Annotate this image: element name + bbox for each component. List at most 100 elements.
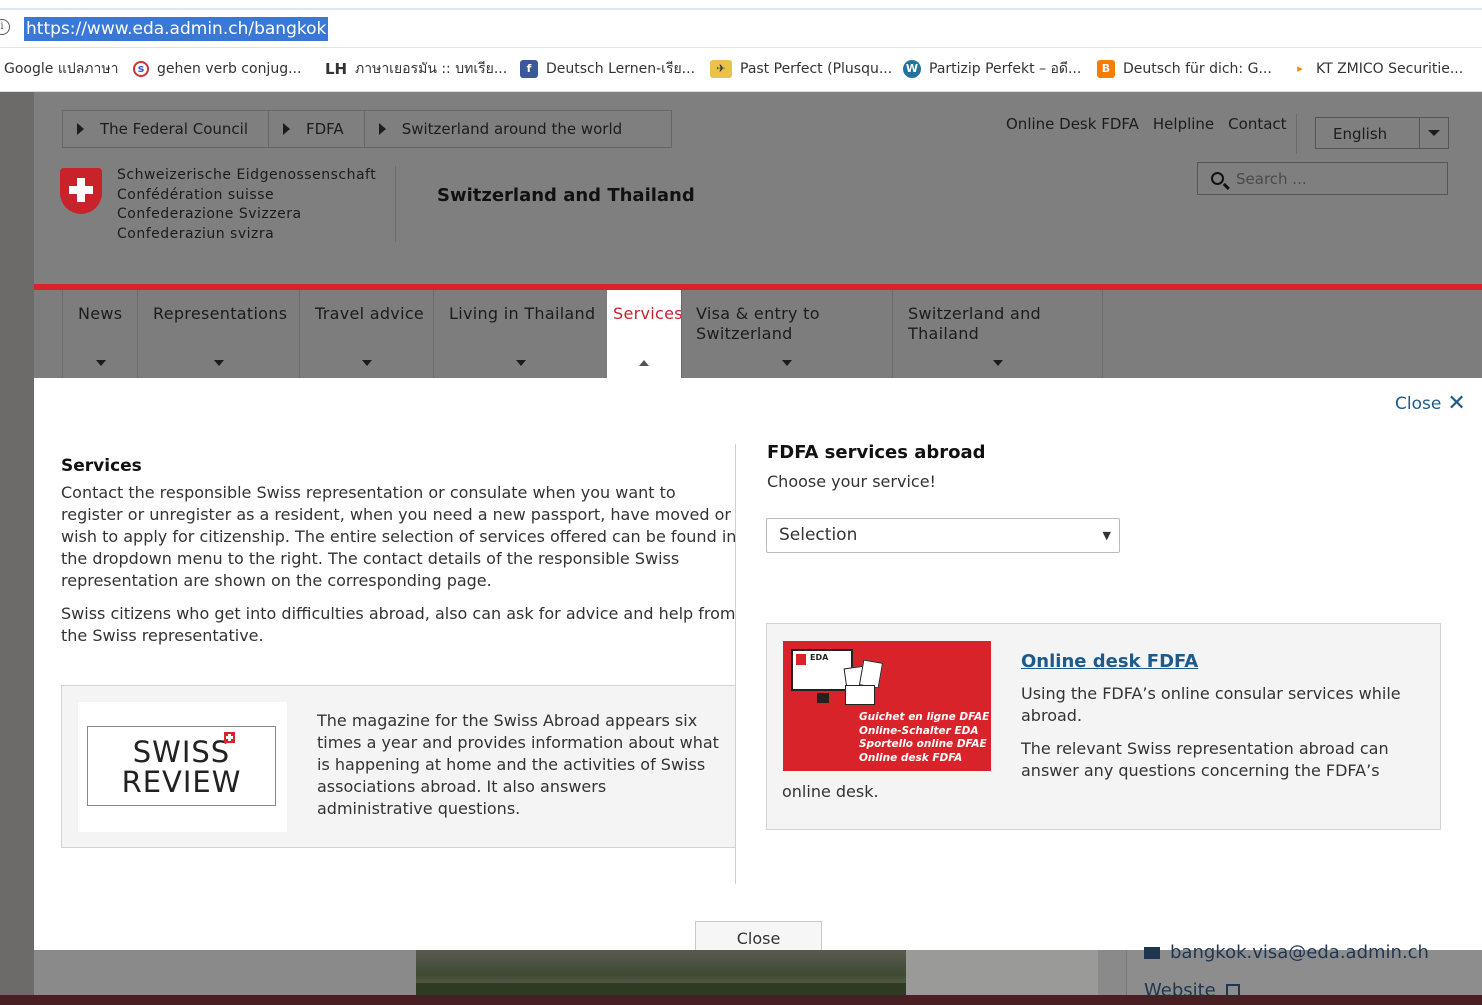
bookmark-kt-zmico[interactable]: ▸ KT ZMICO Securitie... <box>1292 58 1463 80</box>
embassy-photo <box>416 950 906 995</box>
online-desk-paragraph: The relevant Swiss representation abroad… <box>1021 739 1389 780</box>
site-info-icon[interactable]: i <box>0 19 10 35</box>
bird-site-icon: ✈ <box>710 60 732 78</box>
dropdown-arrow-icon: ▼ <box>1102 529 1111 542</box>
swiss-review-text: The magazine for the Swiss Abroad appear… <box>317 711 719 818</box>
bookmark-label: Past Perfect (Plusqu... <box>740 61 893 77</box>
service-nav: Online Desk FDFA Helpline Contact <box>1006 115 1287 133</box>
service-select-value: Selection <box>779 525 858 545</box>
zmico-icon: ▸ <box>1292 60 1308 78</box>
online-desk-caption: Guichet en ligne DFAE Online-Schalter ED… <box>859 711 989 765</box>
bookmark-label: Partizip Perfekt – อดี... <box>929 61 1082 77</box>
bookmark-partizip-perfekt[interactable]: W Partizip Perfekt – อดี... <box>903 58 1081 80</box>
address-bar: i https://www.eda.admin.ch/bangkok <box>0 0 1482 48</box>
nav-item-switzerland-thailand[interactable]: Switzerland and Thailand <box>892 290 1103 378</box>
envelope-icon <box>1144 946 1160 959</box>
caption-line: Online desk FDFA <box>859 751 963 764</box>
taskbar-strip <box>0 995 1482 1005</box>
confederation-logo[interactable]: Schweizerische Eidgenossenschaft Confédé… <box>60 166 400 246</box>
online-desk-teaser[interactable]: EDA Guichet en ligne DFAE Online-Schalte… <box>766 623 1441 830</box>
bookmark-google-translate[interactable]: Google แปลภาษา <box>4 58 119 80</box>
nav-item-label: Services <box>613 304 683 323</box>
confed-rm: Confederaziun svizra <box>117 225 275 242</box>
breadcrumb-federal-council[interactable]: The Federal Council <box>63 111 269 147</box>
caret-down-icon <box>362 360 372 366</box>
bookmark-gehen-conjugation[interactable]: s gehen verb conjug... <box>133 58 301 80</box>
close-label: Close <box>1395 394 1442 414</box>
bookmark-deutsch-lernen[interactable]: f Deutsch Lernen-เรีย... <box>520 58 695 80</box>
wordpress-icon: W <box>903 60 921 78</box>
bookmark-label: Deutsch Lernen-เรีย... <box>546 61 696 77</box>
services-dropdown-panel: Close ✕ Services Contact the responsible… <box>34 378 1482 951</box>
swiss-review-image[interactable]: SWISS REVIEW <box>78 702 287 832</box>
caption-line: Guichet en ligne DFAE <box>859 711 990 723</box>
url-field[interactable]: https://www.eda.admin.ch/bangkok <box>24 17 329 41</box>
services-paragraph: Swiss citizens who get into difficulties… <box>61 604 736 645</box>
nav-item-living-in-thailand[interactable]: Living in Thailand <box>433 290 607 378</box>
services-description: Contact the responsible Swiss representa… <box>61 482 741 658</box>
online-desk-image[interactable]: EDA Guichet en ligne DFAE Online-Schalte… <box>783 641 991 771</box>
confed-fr: Confédération suisse <box>117 186 275 203</box>
nav-item-visa-entry[interactable]: Visa & entry to Switzerland <box>681 290 892 378</box>
contact-email-link[interactable]: bangkok.visa@eda.admin.ch <box>1144 942 1429 963</box>
online-desk-link[interactable]: Online desk FDFA <box>1021 651 1198 672</box>
breadcrumb-switzerland-world[interactable]: Switzerland around the world <box>365 111 671 147</box>
swiss-review-teaser[interactable]: SWISS REVIEW The magazine for the Swiss … <box>61 685 736 848</box>
breadcrumb-fdfa[interactable]: FDFA <box>269 111 365 147</box>
fdfa-services-subtitle: Choose your service! <box>767 472 936 491</box>
panel-close-button[interactable]: Close ✕ <box>1395 391 1466 416</box>
caption-line: Online-Schalter EDA <box>859 724 979 737</box>
nav-item-services[interactable]: Services <box>607 290 683 378</box>
tab-strip-edge <box>0 8 1482 10</box>
helpline-link[interactable]: Helpline <box>1153 115 1214 133</box>
nav-item-representations[interactable]: Representations <box>137 290 299 378</box>
search-icon[interactable] <box>1211 172 1224 185</box>
fdfa-services-heading: FDFA services abroad <box>767 442 986 463</box>
close-icon: ✕ <box>1447 391 1466 416</box>
logo-divider <box>395 166 396 242</box>
swiss-cross-icon <box>796 654 806 665</box>
caption-line: Sportello online DFAE <box>859 738 987 750</box>
service-select[interactable]: Selection ▼ <box>766 518 1120 553</box>
caret-down-icon <box>96 360 106 366</box>
bookmark-label: KT ZMICO Securitie... <box>1316 61 1464 77</box>
caret-down-icon <box>782 360 792 366</box>
bookmark-label: Google แปลภาษา <box>4 61 119 77</box>
caret-down-icon <box>993 360 1003 366</box>
nav-item-news[interactable]: News <box>62 290 137 378</box>
breadcrumb: The Federal Council FDFA Switzerland aro… <box>62 110 672 148</box>
logo-line: SWISS <box>132 735 231 769</box>
bookmarks-bar: Google แปลภาษา s gehen verb conjug... LH… <box>0 48 1482 92</box>
caret-right-icon <box>77 123 84 135</box>
lh-site-icon: LH <box>325 60 348 78</box>
nav-item-label: Visa & entry to Switzerland <box>696 304 820 343</box>
caret-up-icon <box>639 360 649 366</box>
contact-link[interactable]: Contact <box>1228 115 1286 133</box>
nav-item-travel-advice[interactable]: Travel advice <box>299 290 433 378</box>
bookmark-german-lessons[interactable]: LH ภาษาเยอรมัน :: บทเรีย... <box>325 58 507 80</box>
panel-close-bottom-button[interactable]: Close <box>695 921 822 951</box>
nav-item-label: Living in Thailand <box>449 304 596 323</box>
page-left-shade <box>0 92 34 1005</box>
logo-line: REVIEW <box>121 765 242 799</box>
online-desk-tail: online desk. <box>782 782 879 801</box>
swiss-review-logo: SWISS REVIEW <box>87 726 276 806</box>
language-value: English <box>1316 118 1420 148</box>
online-desk-link[interactable]: Online Desk FDFA <box>1006 115 1139 133</box>
breadcrumb-label: FDFA <box>306 120 344 138</box>
id-card-icon <box>845 685 875 705</box>
bookmark-label: Deutsch für dich: G... <box>1123 61 1272 77</box>
search-input[interactable] <box>1236 167 1436 191</box>
nav-item-label: Travel advice <box>315 304 425 323</box>
nav-item-label: News <box>78 304 123 323</box>
site-title[interactable]: Switzerland and Thailand <box>437 185 695 206</box>
breadcrumb-label: Switzerland around the world <box>401 120 623 138</box>
bookmark-label: ภาษาเยอรมัน :: บทเรีย... <box>355 61 508 77</box>
nav-item-label: Switzerland and Thailand <box>908 304 1042 343</box>
bookmark-deutsch-fuer-dich[interactable]: B Deutsch für dich: G... <box>1097 58 1272 80</box>
language-select[interactable]: English <box>1315 117 1449 149</box>
column-divider <box>735 444 736 884</box>
services-paragraph: Contact the responsible Swiss representa… <box>61 483 737 590</box>
bookmark-past-perfect[interactable]: ✈ Past Perfect (Plusqu... <box>710 58 892 80</box>
photo-right-area <box>906 950 1098 995</box>
